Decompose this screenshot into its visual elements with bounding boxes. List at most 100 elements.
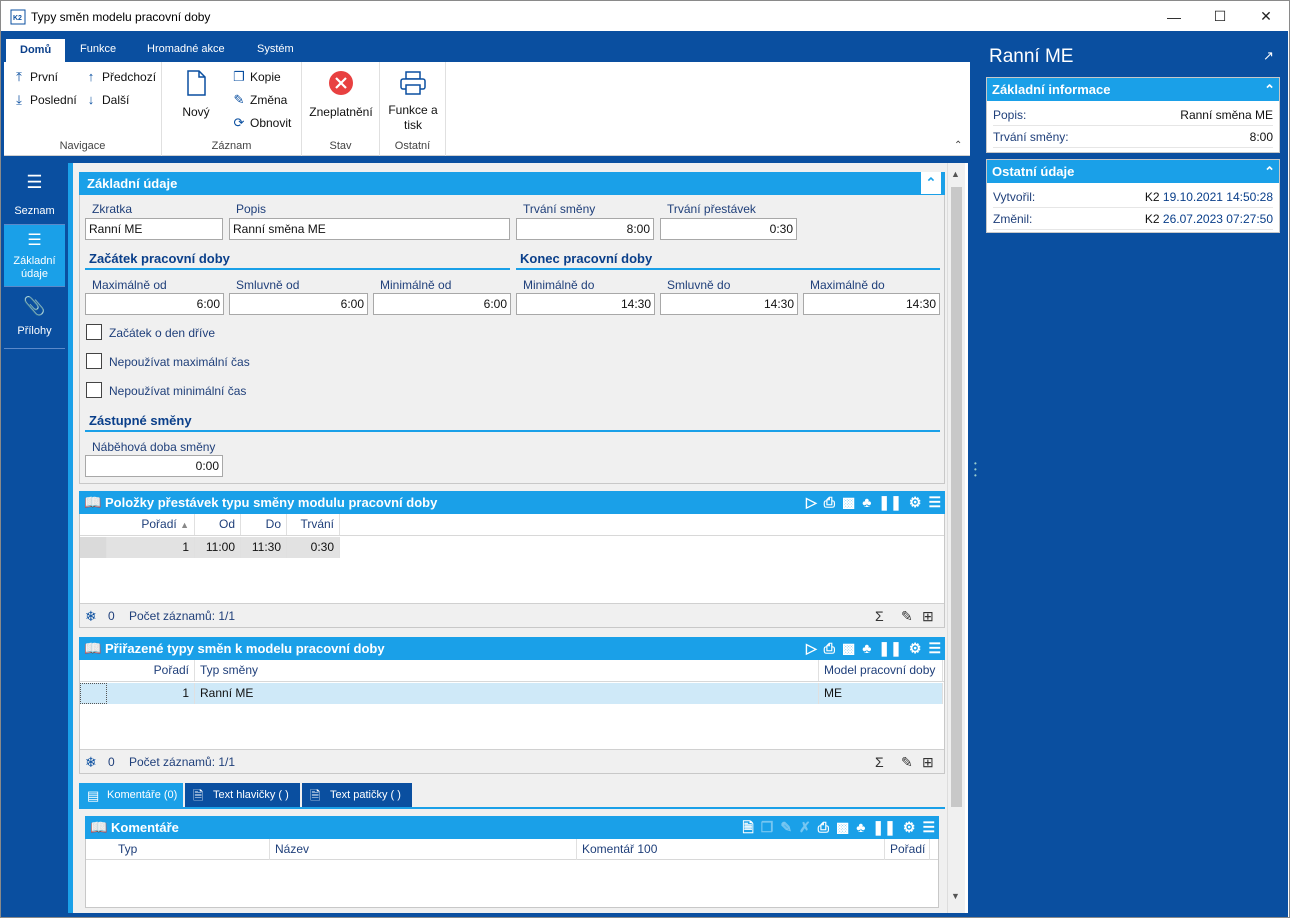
collapse-icon[interactable]: ⌃ bbox=[921, 172, 941, 194]
detail-vytvoril-user: K2 bbox=[1144, 190, 1160, 204]
tab-funkce[interactable]: Funkce bbox=[66, 36, 130, 62]
tab-domu[interactable]: Domů bbox=[6, 39, 66, 62]
scroll-down-icon[interactable]: ▼ bbox=[951, 891, 960, 901]
nepouzivat-max-checkbox[interactable] bbox=[86, 353, 102, 369]
columns-icon[interactable]: ❚❚ bbox=[872, 816, 895, 839]
play-icon[interactable]: ▷ bbox=[806, 491, 817, 514]
tab-hromadne-akce[interactable]: Hromadné akce bbox=[133, 36, 239, 62]
detail-panel: Ranní ME ↗ Základní informace ⌃ Popis: Ra… bbox=[983, 36, 1283, 913]
content-scrollbar[interactable]: ▲ ▼ bbox=[947, 163, 965, 913]
zacatek-den-drive-checkbox[interactable] bbox=[86, 324, 102, 340]
nav-prilohy[interactable]: 📎 Přílohy bbox=[4, 287, 65, 349]
posledni-button[interactable]: ⤓ Poslední bbox=[12, 92, 77, 108]
col-poradi[interactable]: Pořadí bbox=[107, 660, 195, 681]
edit-icon[interactable]: ✎ bbox=[901, 750, 913, 774]
col-od[interactable]: Od bbox=[195, 514, 241, 535]
nabehova-input[interactable]: 0:00 bbox=[85, 455, 223, 477]
popis-input[interactable]: Ranní směna ME bbox=[229, 218, 510, 240]
maximize-icon[interactable]: ☐ bbox=[1197, 1, 1243, 32]
col-poradi[interactable]: Pořadí ▲ bbox=[107, 514, 195, 535]
obnovit-label: Obnovit bbox=[250, 116, 292, 130]
settings-icon[interactable]: ⚙ bbox=[909, 637, 922, 660]
zmena-label: Změna bbox=[250, 93, 288, 107]
komentare-toolbar: 🗎 ❐ ✎ ✗ ⎙ ▩ ♣ ❚❚ ⚙ ☰ bbox=[742, 816, 935, 839]
copy-icon: ❐ bbox=[233, 69, 245, 84]
tab-komentare[interactable]: ▤ Komentáře (0) bbox=[79, 783, 183, 808]
sum-icon[interactable]: Σ bbox=[875, 750, 884, 774]
zmena-button[interactable]: ✎ Změna bbox=[232, 92, 288, 108]
row-selector[interactable] bbox=[80, 537, 107, 558]
ribbon-collapse-icon[interactable]: ⌃ bbox=[954, 140, 962, 151]
trvani-prestavek-input[interactable]: 0:30 bbox=[660, 218, 797, 240]
chart-icon[interactable]: ▩ bbox=[842, 637, 855, 660]
collapse-icon[interactable]: ⌃ bbox=[1264, 160, 1275, 183]
tab-text-paticky[interactable]: 🗎 Text patičky ( ) bbox=[302, 783, 412, 808]
table-row[interactable]: 1 11:00 11:30 0:30 bbox=[80, 537, 340, 558]
external-link-icon[interactable]: ↗ bbox=[1263, 48, 1274, 64]
trvani-smeny-input[interactable]: 8:00 bbox=[516, 218, 654, 240]
settings-icon[interactable]: ⚙ bbox=[909, 491, 922, 514]
edit-icon[interactable]: ✎ bbox=[901, 604, 913, 628]
row-selector[interactable] bbox=[80, 683, 107, 704]
min-od-input[interactable]: 6:00 bbox=[373, 293, 511, 315]
nav-seznam[interactable]: ☰ Seznam bbox=[4, 163, 65, 225]
dalsi-button[interactable]: ↓ Další bbox=[84, 92, 130, 107]
printer-icon[interactable]: ⎙ bbox=[818, 816, 829, 839]
zkratka-input[interactable]: Ranní ME bbox=[85, 218, 223, 240]
obnovit-button[interactable]: ⟳ Obnovit bbox=[232, 115, 292, 131]
printer-icon[interactable]: ⎙ bbox=[824, 637, 835, 660]
detail-vytvoril-date[interactable]: 19.10.2021 14:50:28 bbox=[1163, 190, 1273, 204]
table-row[interactable]: 1 Ranní ME ME bbox=[80, 683, 943, 704]
filter-icon[interactable]: ♣ bbox=[862, 637, 871, 660]
splitter[interactable]: • • • bbox=[972, 36, 980, 913]
columns-icon[interactable]: ❚❚ bbox=[878, 491, 901, 514]
printer-icon[interactable]: ⎙ bbox=[824, 491, 835, 514]
col-nazev[interactable]: Název bbox=[270, 839, 577, 860]
menu-icon[interactable]: ☰ bbox=[928, 637, 941, 660]
col-trvani[interactable]: Trvání bbox=[287, 514, 340, 535]
scroll-up-icon[interactable]: ▲ bbox=[951, 169, 960, 179]
sum-icon[interactable]: Σ bbox=[875, 604, 884, 628]
settings-icon[interactable]: ⚙ bbox=[903, 816, 916, 839]
paperclip-icon: 📎 bbox=[23, 296, 46, 316]
chart-icon[interactable]: ▩ bbox=[842, 491, 855, 514]
max-do-input[interactable]: 14:30 bbox=[803, 293, 940, 315]
filter-icon[interactable]: ♣ bbox=[856, 816, 865, 839]
kopie-button[interactable]: ❐ Kopie bbox=[232, 69, 281, 85]
chart-icon[interactable]: ▩ bbox=[836, 816, 849, 839]
columns-icon[interactable]: ❚❚ bbox=[878, 637, 901, 660]
col-typ-smeny[interactable]: Typ směny bbox=[195, 660, 819, 681]
add-record-icon[interactable]: ⊞ bbox=[922, 750, 934, 774]
max-od-input[interactable]: 6:00 bbox=[85, 293, 224, 315]
play-icon[interactable]: ▷ bbox=[806, 637, 817, 660]
menu-icon[interactable]: ☰ bbox=[922, 816, 935, 839]
col-komentar[interactable]: Komentář 100 bbox=[577, 839, 885, 860]
collapse-icon[interactable]: ⌃ bbox=[1264, 78, 1275, 101]
tab-system[interactable]: Systém bbox=[243, 36, 308, 62]
scroll-thumb[interactable] bbox=[951, 187, 962, 807]
prvni-button[interactable]: ⤒ První bbox=[12, 69, 58, 85]
filter-icon[interactable]: ♣ bbox=[862, 491, 871, 514]
col-poradi[interactable]: Pořadí bbox=[885, 839, 930, 860]
nav-zakladni-udaje[interactable]: ☰ Základní údaje bbox=[4, 225, 65, 287]
predchozi-button[interactable]: ↑ Předchozí bbox=[84, 69, 156, 84]
min-do-input[interactable]: 14:30 bbox=[516, 293, 655, 315]
novy-button[interactable]: Nový bbox=[176, 70, 216, 119]
smluvne-od-input[interactable]: 6:00 bbox=[229, 293, 368, 315]
col-model[interactable]: Model pracovní doby bbox=[819, 660, 943, 681]
menu-icon[interactable]: ☰ bbox=[928, 491, 941, 514]
smluvne-do-input[interactable]: 14:30 bbox=[660, 293, 798, 315]
col-do[interactable]: Do bbox=[241, 514, 287, 535]
new-document-icon[interactable]: 🗎 bbox=[742, 816, 753, 839]
add-record-icon[interactable]: ⊞ bbox=[922, 604, 934, 628]
popis-label: Popis bbox=[236, 202, 267, 216]
minimize-icon[interactable]: — bbox=[1151, 1, 1197, 32]
book-icon: 📖 bbox=[84, 640, 102, 656]
zneplatneni-button[interactable]: Zneplatnění bbox=[306, 70, 376, 119]
funkce-a-tisk-button[interactable]: Funkce a tisk bbox=[384, 70, 442, 133]
detail-zmenil-date[interactable]: 26.07.2023 07:27:50 bbox=[1163, 212, 1273, 226]
tab-text-hlavicky[interactable]: 🗎 Text hlavičky ( ) bbox=[185, 783, 300, 808]
col-typ[interactable]: Typ bbox=[113, 839, 270, 860]
nepouzivat-min-checkbox[interactable] bbox=[86, 382, 102, 398]
close-icon[interactable]: ✕ bbox=[1243, 1, 1289, 32]
